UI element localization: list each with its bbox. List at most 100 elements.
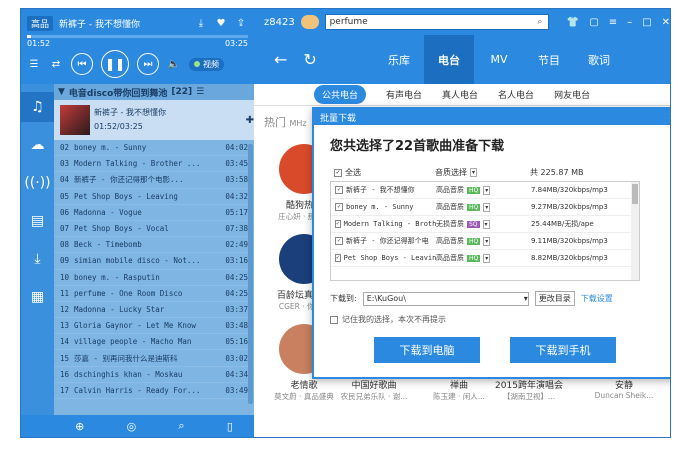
skin-icon[interactable]: 👕: [567, 17, 579, 28]
list-item[interactable]: 16 dschinghis khan - Moskau 04:34: [54, 367, 254, 383]
track-actions-icon[interactable]: ✚: [246, 115, 254, 126]
playlist-scrollbar[interactable]: [248, 144, 253, 404]
row-quality-dropdown-icon[interactable]: ▾: [483, 236, 491, 246]
table-scroll-thumb[interactable]: [632, 184, 638, 204]
tab-2[interactable]: MV: [474, 35, 524, 84]
time-total: 03:25: [224, 39, 248, 48]
volume-icon[interactable]: 🔈: [167, 57, 181, 71]
minimize-icon[interactable]: –: [627, 17, 632, 28]
close-icon[interactable]: ✕: [662, 17, 670, 28]
list-item[interactable]: 03 Modern Talking - Brother ... 03:45: [54, 156, 254, 173]
row-quality-dropdown-icon[interactable]: ▾: [482, 219, 490, 229]
list-item[interactable]: 13 Gloria Gaynor - Let Me Know 03:48: [54, 318, 254, 335]
list-item[interactable]: 07 Pet Shop Boys - Vocal 07:38: [54, 221, 254, 238]
table-row[interactable]: ✓ 新裤子 - 你还记得那个电 高品音质 HQ ▾ 9.11MB/320kbps/mp3: [331, 233, 639, 250]
subtab-0[interactable]: 公共电台: [314, 85, 367, 104]
row-quality-dropdown-icon[interactable]: ▾: [483, 185, 491, 195]
download-manager-icon[interactable]: ⤓: [21, 244, 54, 274]
subtab-4[interactable]: 网友电台: [554, 88, 590, 101]
download-settings-link[interactable]: 下载设置: [581, 293, 613, 304]
tab-1[interactable]: 电台: [424, 35, 474, 84]
row-song-name: Pet Shop Boys - Leaving: [343, 254, 436, 262]
list-item[interactable]: 15 莎嘉 - 别再问我什么是迪斯科 03:02: [54, 350, 254, 367]
search-input[interactable]: perfume ⌕: [324, 14, 549, 30]
list-item[interactable]: 17 Calvin Harris - Ready For... 03:49: [54, 383, 254, 399]
minilist-icon[interactable]: ▢: [589, 17, 598, 28]
search-icon[interactable]: ⌕: [532, 17, 548, 27]
row-quality-dropdown-icon[interactable]: ▾: [483, 253, 491, 263]
table-row[interactable]: ✓ 新裤子 - 我不想懂你 高品音质 HQ ▾ 7.84MB/320kbps/mp3: [331, 182, 639, 199]
share-icon[interactable]: ⇪: [234, 16, 248, 30]
change-dir-button[interactable]: 更改目录: [534, 291, 575, 306]
row-quality-dropdown-icon[interactable]: ▾: [483, 202, 491, 212]
cloud-icon[interactable]: ☁: [21, 130, 54, 160]
download-to-pc-button[interactable]: 下载到电脑: [374, 337, 480, 363]
pause-button[interactable]: ❚❚: [101, 50, 129, 78]
playlist-menu-icon[interactable]: ☰: [196, 87, 204, 97]
local-icon[interactable]: ▤: [21, 206, 54, 236]
table-row[interactable]: ✓ Pet Shop Boys - Leaving 高品音质 HQ ▾ 8.82MB/32…: [331, 250, 639, 267]
radio-icon[interactable]: ((·)): [21, 168, 54, 198]
collapse-icon[interactable]: ▼: [58, 87, 65, 97]
maximize-icon[interactable]: □: [642, 17, 651, 28]
quality-badge: HQ: [467, 237, 481, 245]
row-checkbox[interactable]: ✓: [335, 203, 343, 211]
subtab-3[interactable]: 名人电台: [498, 88, 534, 101]
track-n: 11: [60, 288, 70, 298]
time-current: 01:52: [27, 39, 51, 48]
current-track-row[interactable]: 新裤子 - 我不想懂你 01:52/03:25 ✚: [54, 100, 254, 140]
download-path-field[interactable]: E:\KuGou\ ▾: [362, 291, 529, 306]
tab-3[interactable]: 节目: [524, 35, 574, 84]
video-toggle[interactable]: 视频: [189, 57, 224, 71]
list-item[interactable]: 06 Madonna - Vogue 05:17: [54, 205, 254, 221]
playlist-header[interactable]: ▼ 电音disco带你回到舞池 [22] ☰: [54, 84, 254, 100]
prev-button[interactable]: ⏮: [71, 53, 93, 75]
locate-icon[interactable]: ◎: [127, 420, 137, 433]
table-row[interactable]: ✓ boney m. - Sunny 高品音质 HQ ▾ 9.27MB/320kbps/m…: [331, 199, 639, 216]
row-checkbox[interactable]: ✓: [335, 220, 341, 228]
tab-4[interactable]: 歌词: [574, 35, 624, 84]
progress-bar[interactable]: [27, 35, 248, 38]
dialog-close-icon[interactable]: ✕: [668, 112, 670, 122]
list-item[interactable]: 02 boney m. - Sunny 04:02: [54, 140, 254, 157]
list-item[interactable]: 10 boney m. - Rasputin 04:25: [54, 270, 254, 286]
menu-icon[interactable]: ≡: [609, 17, 617, 28]
row-checkbox[interactable]: ✓: [335, 237, 343, 245]
list-item[interactable]: 08 Beck - Timebomb 02:49: [54, 237, 254, 254]
table-row[interactable]: ✓ Modern Talking - Brothe 无损音质 SQ ▾ 25.44MB/无…: [331, 216, 639, 233]
list-item[interactable]: 11 perfume - One Room Disco 04:25: [54, 286, 254, 302]
download-icon[interactable]: ⤓: [194, 16, 208, 30]
quality-button[interactable]: 高品: [27, 15, 54, 31]
download-to-phone-button[interactable]: 下载到手机: [510, 337, 616, 363]
subtab-1[interactable]: 有声电台: [386, 88, 422, 101]
apps-icon[interactable]: ▦: [21, 282, 54, 312]
tab-0[interactable]: 乐库: [374, 35, 424, 84]
path-dropdown-icon[interactable]: ▾: [524, 294, 528, 303]
next-button[interactable]: ⏭: [137, 53, 159, 75]
back-icon[interactable]: ←: [274, 50, 287, 69]
select-all-checkbox[interactable]: ✓: [334, 168, 342, 177]
subtab-2[interactable]: 真人电台: [442, 88, 478, 101]
refresh-icon[interactable]: ↻: [303, 50, 316, 69]
heart-icon[interactable]: ♥: [214, 16, 228, 30]
quality-dropdown-icon[interactable]: ▾: [470, 168, 478, 177]
list-item[interactable]: 12 Madonna - Lucky Star 03:37: [54, 302, 254, 319]
list-item[interactable]: 09 simian mobile disco - Not... 03:16: [54, 253, 254, 270]
find-icon[interactable]: ⌕: [178, 419, 184, 433]
track-t: Madonna - Lucky Star: [74, 304, 165, 314]
list-item[interactable]: 04 新裤子 - 你还记得那个电影... 03:58: [54, 172, 254, 189]
list-item[interactable]: 05 Pet Shop Boys - Leaving 04:32: [54, 189, 254, 205]
radio-title: 中国好歌曲: [351, 381, 397, 391]
table-scrollbar[interactable]: [631, 182, 639, 280]
remember-checkbox[interactable]: [330, 315, 338, 324]
avatar[interactable]: [300, 15, 319, 29]
add-icon[interactable]: ⊕: [75, 420, 84, 433]
list-icon[interactable]: ☰: [27, 57, 41, 71]
row-checkbox[interactable]: ✓: [335, 254, 341, 262]
list-item[interactable]: 14 village people - Macho Man 05:16: [54, 334, 254, 351]
username[interactable]: z8423: [264, 17, 295, 28]
loop-icon[interactable]: ⇄: [49, 57, 63, 71]
row-checkbox[interactable]: ✓: [335, 186, 343, 194]
music-icon[interactable]: ♫: [21, 92, 54, 122]
phone-icon[interactable]: ▯: [227, 420, 233, 433]
